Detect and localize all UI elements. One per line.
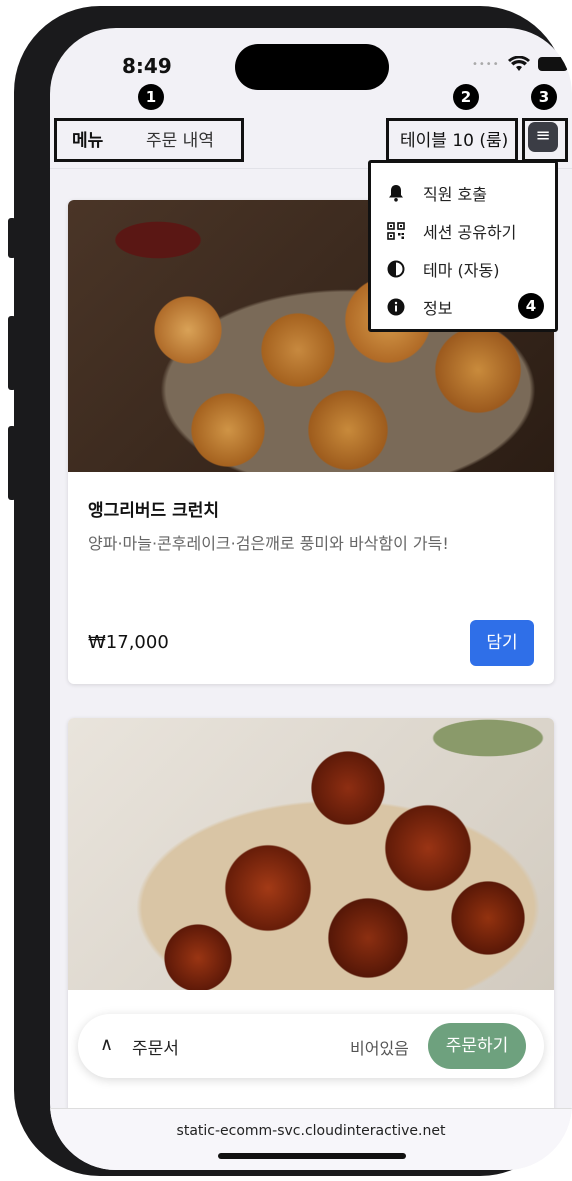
menu-item-theme[interactable]: 테마 (자동) [387, 257, 499, 281]
home-indicator [218, 1153, 406, 1159]
item-name: 앵그리버드 크런치 [88, 501, 220, 521]
tab-order-history[interactable]: 주문 내역 [146, 126, 214, 151]
tab-menu[interactable]: 메뉴 [72, 126, 103, 151]
battery-icon [537, 57, 572, 71]
menu-item-info[interactable]: 정보 [387, 295, 452, 319]
annotation-marker-3: 3 [531, 84, 557, 110]
bell-icon [387, 184, 405, 202]
food-photo [68, 718, 554, 990]
item-description: 양파·마늘·콘후레이크·검은깨로 풍미와 바삭함이 가득! [88, 534, 449, 553]
menu-item-share-session[interactable]: 세션 공유하기 [387, 219, 516, 243]
cellular-icon: •••• [472, 58, 500, 70]
menu-item-call-staff[interactable]: 직원 호출 [387, 181, 487, 205]
phone-frame: 8:49 •••• 1 2 3 메뉴 주문 내역 테이블 10 (룸) ≡ 앵그… [14, 6, 572, 1176]
contrast-icon [387, 260, 405, 278]
order-sheet-bar[interactable]: ∧ 주문서 비어있음 주문하기 [78, 1014, 544, 1078]
table-label[interactable]: 테이블 10 (룸) [400, 126, 508, 151]
screen: 8:49 •••• 1 2 3 메뉴 주문 내역 테이블 10 (룸) ≡ 앵그… [50, 28, 572, 1170]
menu-item-label: 정보 [423, 299, 453, 318]
order-status: 비어있음 [350, 1039, 409, 1058]
browser-url-bar: static-ecomm-svc.cloudinteractive.net [50, 1108, 572, 1170]
menu-item-label: 세션 공유하기 [423, 223, 517, 242]
place-order-button[interactable]: 주문하기 [428, 1023, 526, 1069]
hamburger-menu-button[interactable]: ≡ [528, 122, 558, 152]
url-text[interactable]: static-ecomm-svc.cloudinteractive.net [50, 1123, 572, 1139]
annotation-marker-4: 4 [518, 293, 544, 319]
info-icon [387, 298, 405, 316]
menu-item-label: 테마 (자동) [423, 261, 500, 280]
menu-item-label: 직원 호출 [423, 185, 487, 204]
chevron-up-icon[interactable]: ∧ [100, 1034, 113, 1055]
item-price: ₩17,000 [88, 632, 169, 653]
annotation-marker-2: 2 [453, 84, 479, 110]
order-sheet-label: 주문서 [132, 1039, 179, 1059]
qr-code-icon [387, 222, 405, 240]
dynamic-island [235, 44, 389, 90]
annotation-marker-1: 1 [138, 84, 164, 110]
add-to-cart-button[interactable]: 담기 [470, 620, 534, 666]
wifi-icon [507, 56, 530, 71]
status-indicators: •••• [472, 56, 572, 72]
status-time: 8:49 [122, 54, 172, 78]
